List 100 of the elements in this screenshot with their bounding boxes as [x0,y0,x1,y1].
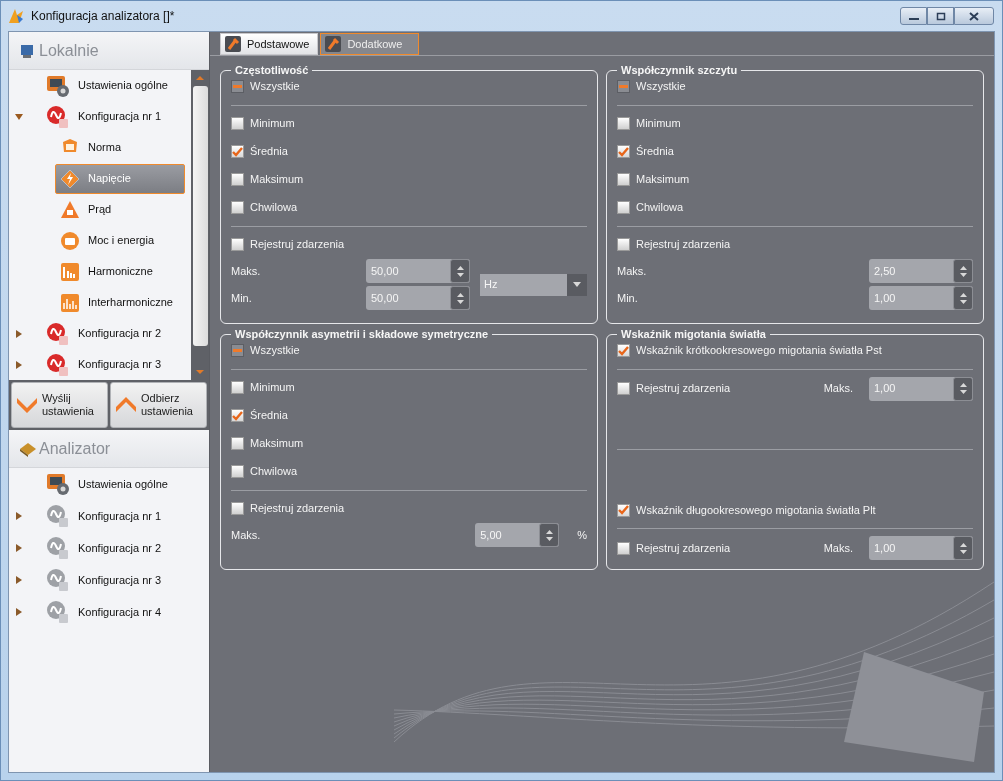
maximize-button[interactable] [927,7,954,25]
checkbox[interactable] [617,117,630,130]
tree-item[interactable]: Konfiguracja nr 2 [41,533,209,563]
checkbox-label: Średnia [636,144,674,160]
scrollbar[interactable] [191,70,209,380]
tree-item[interactable]: Norma [55,132,185,163]
tree-item[interactable]: Prąd [55,194,185,225]
caret-down-icon[interactable] [15,112,23,121]
checkbox[interactable] [231,409,244,422]
tree-item[interactable]: Ustawienia ogólne [41,469,209,499]
field-label: Maks. [617,263,648,279]
group-title: Częstotliwość [234,63,310,78]
tree-item[interactable]: Konfiguracja nr 2 [41,318,191,349]
field-label: Maks. [823,381,853,397]
checkbox-label: Maksimum [250,436,304,452]
checkbox-label: Minimum [250,380,295,396]
spin-buttons[interactable] [450,286,470,310]
checkbox-label: Wszystkie [250,79,300,95]
bar-chart-icon [60,261,80,282]
checkbox-label: Wskaźnik długookresowego migotania światła Plt [636,502,876,518]
tree-item[interactable]: Konfiguracja nr 1 [41,501,209,531]
tree-item[interactable]: Interharmoniczne [55,287,185,318]
spin-buttons[interactable] [953,286,973,310]
checkbox[interactable] [617,344,630,357]
spin-buttons[interactable] [953,376,973,401]
checkbox-label: Średnia [250,408,288,424]
checkbox[interactable] [231,145,244,158]
minimize-button[interactable] [900,7,927,25]
checkbox[interactable] [231,238,244,251]
window-title: Konfiguracja analizatora []* [31,8,176,25]
caret-right-icon[interactable] [15,544,23,552]
app-logo-icon [7,7,25,25]
bar-chart-icon [60,292,80,313]
checkbox[interactable] [231,117,244,130]
spin-buttons[interactable] [450,259,470,283]
caret-right-icon[interactable] [15,608,23,616]
minimize-icon [908,18,919,20]
tree-item[interactable]: Konfiguracja nr 1 [41,101,191,132]
checkbox-label: Chwilowa [636,200,684,216]
checkbox-label: Maksimum [250,172,304,188]
wrench-icon [325,36,342,52]
checkbox[interactable] [231,437,244,450]
maximize-icon [935,11,946,21]
checkbox[interactable] [617,238,630,251]
checkbox[interactable] [617,503,630,517]
checkbox[interactable] [231,80,244,93]
field-label: Min. [617,290,639,306]
field-label: Min. [231,290,253,306]
checkbox[interactable] [231,344,244,357]
checkbox-label: Wskaźnik krótkookresowego migotania światła Pst [636,343,882,359]
checkbox[interactable] [617,541,630,555]
close-icon [969,11,979,21]
caret-right-icon[interactable] [15,512,23,520]
field-label: Maks. [231,263,262,279]
group-title: Współczynnik asymetrii i składowe symetryczne [234,327,490,342]
checkbox-label: Minimum [250,116,295,132]
lightning-icon [60,168,80,189]
checkbox[interactable] [617,201,630,214]
spin-buttons[interactable] [539,523,560,547]
tree-item[interactable]: Moc i energia [55,225,185,256]
spin-buttons[interactable] [953,536,973,560]
settings-button[interactable]: Odbierz ustawienia [110,382,207,428]
caret-right-icon[interactable] [15,329,23,338]
checkbox-label: Minimum [636,116,681,132]
checkbox-label: Rejestruj zdarzenia [636,381,731,397]
tree-item[interactable]: Harmoniczne [55,256,185,287]
checkbox-label: Chwilowa [250,200,298,216]
field-label: Maks. [823,540,853,556]
checkbox-label: Wszystkie [636,79,686,95]
checkbox[interactable] [617,173,630,186]
checkbox-label: Wszystkie [250,343,300,359]
caret-right-icon[interactable] [15,576,23,584]
checkbox-label: Maksimum [636,172,690,188]
tree-item[interactable]: Konfiguracja nr 4 [41,597,209,627]
checkbox[interactable] [231,465,244,478]
checkbox[interactable] [231,201,244,214]
checkbox[interactable] [231,381,244,394]
checkbox[interactable] [617,145,630,158]
monitor-gear-icon [46,472,70,496]
checkbox[interactable] [231,502,244,515]
close-button[interactable] [954,7,994,25]
spin-buttons[interactable] [953,259,973,283]
warning-triangle-icon [60,199,80,220]
checkbox-label: Średnia [250,144,288,160]
tab[interactable]: Podstawowe [220,33,319,55]
checkbox-label: Rejestruj zdarzenia [250,237,345,253]
checkbox[interactable] [617,382,630,395]
caret-right-icon[interactable] [15,360,23,369]
checkbox[interactable] [231,173,244,186]
wave-badge-icon [46,104,70,129]
settings-button[interactable]: Wyślij ustawienia [11,382,108,428]
tree-item[interactable]: Konfiguracja nr 3 [41,565,209,595]
tree-item[interactable]: Konfiguracja nr 3 [41,349,191,380]
wave-badge-icon [46,600,70,624]
monitor-gear-icon [46,73,70,98]
checkbox-label: Chwilowa [250,464,298,480]
tree-item[interactable]: Ustawienia ogólne [41,70,191,101]
checkbox[interactable] [617,80,630,93]
checkbox-label: Rejestruj zdarzenia [636,237,731,253]
section-title: Analizator [39,438,111,459]
